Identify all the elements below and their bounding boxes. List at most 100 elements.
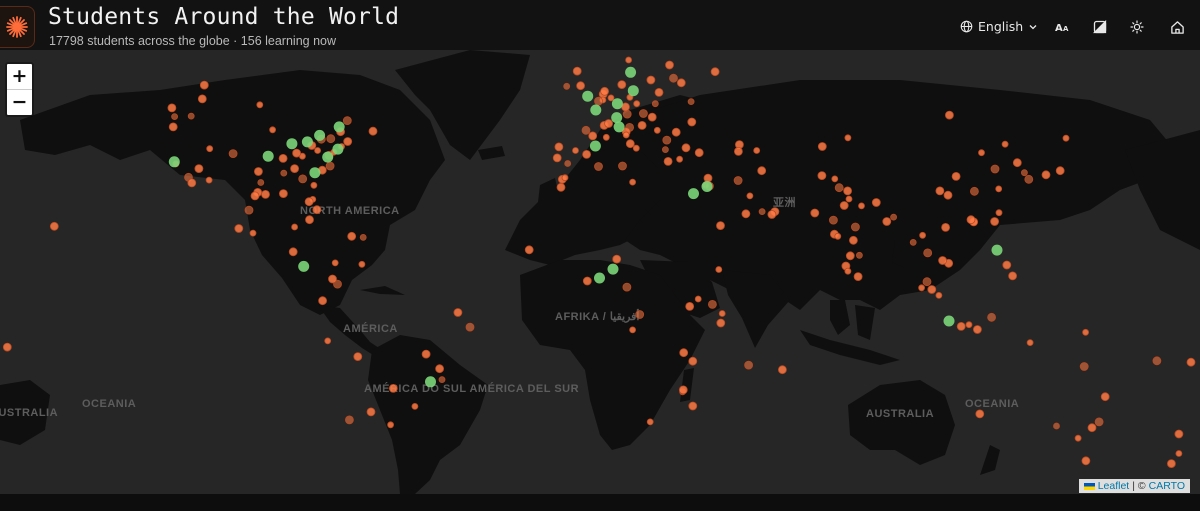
- active-student-marker[interactable]: [589, 140, 601, 152]
- student-marker[interactable]: [312, 205, 322, 215]
- student-marker[interactable]: [168, 122, 178, 132]
- student-marker[interactable]: [918, 284, 925, 292]
- student-marker[interactable]: [1062, 134, 1070, 142]
- active-student-marker[interactable]: [425, 376, 436, 388]
- student-marker[interactable]: [890, 213, 897, 221]
- student-marker[interactable]: [653, 126, 661, 134]
- student-marker[interactable]: [715, 266, 723, 273]
- student-marker[interactable]: [171, 113, 179, 120]
- student-marker[interactable]: [325, 161, 335, 171]
- student-marker[interactable]: [344, 415, 354, 425]
- student-marker[interactable]: [975, 409, 985, 419]
- student-marker[interactable]: [342, 116, 352, 125]
- student-marker[interactable]: [845, 195, 853, 203]
- student-marker[interactable]: [935, 186, 945, 196]
- active-student-marker[interactable]: [943, 315, 955, 327]
- student-marker[interactable]: [304, 197, 314, 207]
- zoom-out-button[interactable]: −: [7, 90, 32, 115]
- student-marker[interactable]: [746, 192, 754, 200]
- active-student-marker[interactable]: [309, 167, 321, 179]
- active-student-marker[interactable]: [332, 143, 344, 155]
- student-marker[interactable]: [858, 202, 865, 210]
- student-marker[interactable]: [647, 112, 657, 122]
- student-marker[interactable]: [817, 142, 827, 151]
- student-marker[interactable]: [1074, 434, 1082, 442]
- student-marker[interactable]: [853, 272, 863, 282]
- student-marker[interactable]: [228, 149, 238, 158]
- student-marker[interactable]: [2, 342, 12, 352]
- student-marker[interactable]: [767, 210, 777, 219]
- student-marker[interactable]: [871, 198, 881, 207]
- student-marker[interactable]: [845, 251, 855, 261]
- student-marker[interactable]: [703, 173, 713, 183]
- student-marker[interactable]: [421, 349, 431, 359]
- active-student-marker[interactable]: [590, 104, 602, 116]
- student-marker[interactable]: [654, 88, 664, 97]
- student-marker[interactable]: [758, 208, 766, 216]
- student-marker[interactable]: [622, 282, 632, 292]
- brightness-button[interactable]: [1126, 16, 1148, 38]
- student-marker[interactable]: [734, 147, 743, 156]
- student-marker[interactable]: [588, 131, 598, 141]
- student-marker[interactable]: [622, 131, 630, 139]
- student-marker[interactable]: [694, 148, 704, 158]
- student-marker[interactable]: [249, 229, 257, 237]
- student-marker[interactable]: [849, 235, 858, 245]
- font-size-button[interactable]: A A: [1052, 16, 1074, 38]
- asterisk-logo-icon[interactable]: [0, 6, 35, 48]
- student-marker[interactable]: [778, 365, 787, 375]
- active-student-marker[interactable]: [613, 121, 625, 133]
- student-marker[interactable]: [250, 191, 260, 201]
- student-marker[interactable]: [829, 215, 838, 225]
- student-marker[interactable]: [594, 162, 603, 171]
- student-marker[interactable]: [343, 137, 353, 146]
- student-marker[interactable]: [604, 119, 613, 128]
- student-marker[interactable]: [552, 153, 562, 163]
- active-student-marker[interactable]: [625, 66, 637, 78]
- active-student-marker[interactable]: [298, 260, 310, 272]
- student-marker[interactable]: [844, 134, 852, 142]
- student-marker[interactable]: [594, 96, 603, 106]
- student-marker[interactable]: [646, 418, 654, 426]
- student-marker[interactable]: [665, 60, 674, 70]
- student-marker[interactable]: [581, 125, 591, 135]
- student-marker[interactable]: [945, 110, 954, 120]
- student-marker[interactable]: [1001, 140, 1009, 148]
- student-marker[interactable]: [1152, 356, 1162, 366]
- student-marker[interactable]: [324, 337, 332, 345]
- student-marker[interactable]: [810, 208, 820, 218]
- active-student-marker[interactable]: [262, 150, 274, 162]
- language-selector[interactable]: English: [960, 19, 1038, 34]
- student-marker[interactable]: [753, 147, 761, 154]
- student-marker[interactable]: [298, 174, 308, 184]
- student-marker[interactable]: [688, 356, 698, 366]
- student-marker[interactable]: [554, 142, 564, 152]
- student-marker[interactable]: [617, 80, 627, 89]
- theme-button[interactable]: [1089, 16, 1111, 38]
- student-marker[interactable]: [305, 215, 314, 225]
- student-marker[interactable]: [744, 360, 753, 370]
- student-marker[interactable]: [995, 209, 1003, 217]
- student-marker[interactable]: [314, 147, 322, 154]
- world-map[interactable]: NORTH AMERICA AMÉRICA AFRIKA / أفريقيا 亚…: [0, 50, 1200, 494]
- student-marker[interactable]: [366, 407, 376, 417]
- active-student-marker[interactable]: [322, 151, 334, 163]
- leaflet-link[interactable]: Leaflet: [1098, 480, 1130, 492]
- active-student-marker[interactable]: [333, 121, 345, 133]
- active-student-marker[interactable]: [991, 244, 1003, 256]
- student-marker[interactable]: [1002, 260, 1012, 270]
- student-marker[interactable]: [572, 66, 582, 76]
- active-student-marker[interactable]: [301, 136, 313, 148]
- student-marker[interactable]: [234, 224, 244, 233]
- student-marker[interactable]: [328, 274, 337, 284]
- student-marker[interactable]: [618, 161, 627, 171]
- student-marker[interactable]: [347, 231, 357, 241]
- student-marker[interactable]: [681, 143, 691, 153]
- student-marker[interactable]: [1053, 422, 1060, 430]
- student-marker[interactable]: [244, 205, 254, 215]
- student-marker[interactable]: [927, 285, 937, 294]
- active-student-marker[interactable]: [611, 112, 623, 124]
- student-marker[interactable]: [1174, 429, 1184, 439]
- student-marker[interactable]: [757, 166, 767, 176]
- student-marker[interactable]: [465, 322, 475, 332]
